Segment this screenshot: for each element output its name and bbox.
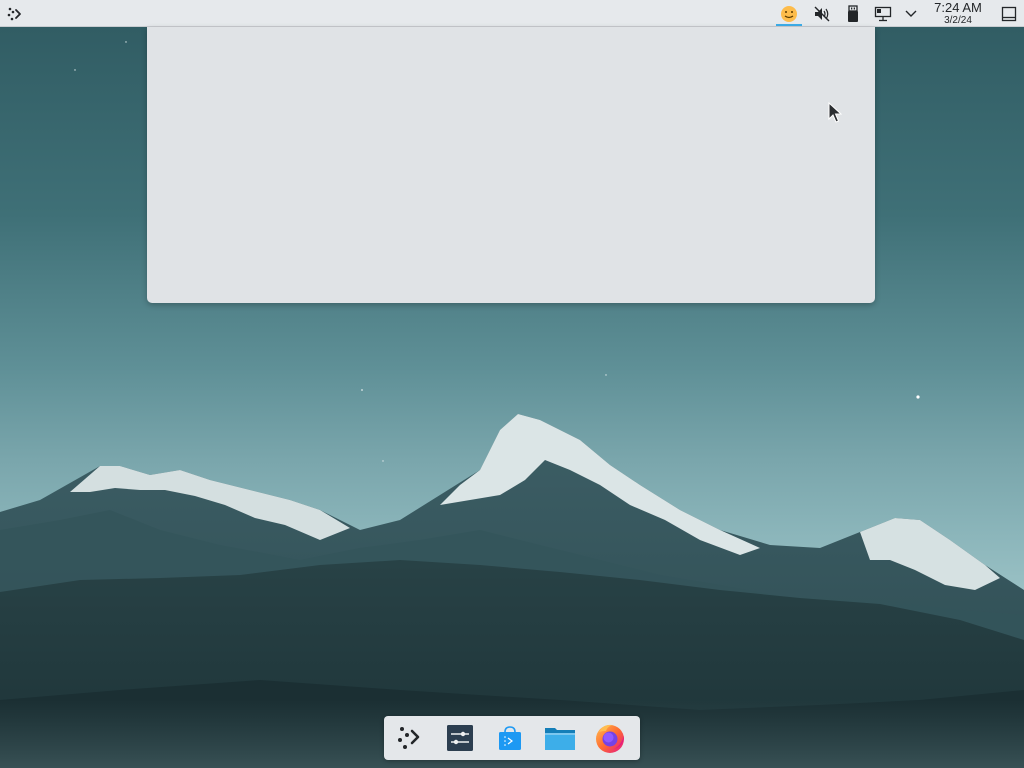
kde-launcher-icon bbox=[7, 7, 21, 20]
show-desktop-icon bbox=[1001, 6, 1017, 21]
clock-date: 3/2/24 bbox=[944, 15, 972, 26]
application-launcher-icon bbox=[398, 727, 420, 749]
system-settings-icon bbox=[447, 725, 473, 751]
kde-launcher-button[interactable] bbox=[4, 0, 26, 27]
dock-application-launcher[interactable] bbox=[394, 722, 426, 754]
dock-discover[interactable] bbox=[494, 722, 526, 754]
active-indicator bbox=[776, 24, 802, 26]
tray-expand[interactable] bbox=[900, 0, 922, 27]
tray-network[interactable] bbox=[872, 0, 894, 27]
usb-device-icon bbox=[848, 4, 858, 22]
dock-firefox[interactable] bbox=[594, 722, 626, 754]
tray-popup-panel bbox=[147, 27, 875, 303]
chevron-down-icon bbox=[905, 10, 917, 17]
file-manager-icon bbox=[545, 728, 575, 750]
clock-time: 7:24 AM bbox=[934, 0, 982, 15]
network-wired-icon bbox=[874, 6, 892, 21]
tray-usb[interactable] bbox=[842, 0, 864, 27]
discover-store-icon bbox=[499, 726, 521, 750]
dock-system-settings[interactable] bbox=[444, 722, 476, 754]
tray-volume[interactable] bbox=[810, 0, 834, 27]
tray-face-smile[interactable] bbox=[776, 0, 802, 27]
face-smile-icon bbox=[781, 5, 797, 22]
digital-clock[interactable]: 7:24 AM 3/2/24 bbox=[926, 0, 990, 27]
desktop: 7:24 AM 3/2/24 bbox=[0, 0, 1024, 768]
dock-file-manager[interactable] bbox=[544, 722, 576, 754]
mouse-cursor-icon bbox=[828, 102, 842, 123]
show-desktop-button[interactable] bbox=[998, 0, 1020, 27]
firefox-icon bbox=[596, 724, 624, 753]
task-manager-dock bbox=[384, 716, 640, 760]
top-panel: 7:24 AM 3/2/24 bbox=[0, 0, 1024, 27]
speaker-muted-icon bbox=[814, 6, 830, 21]
